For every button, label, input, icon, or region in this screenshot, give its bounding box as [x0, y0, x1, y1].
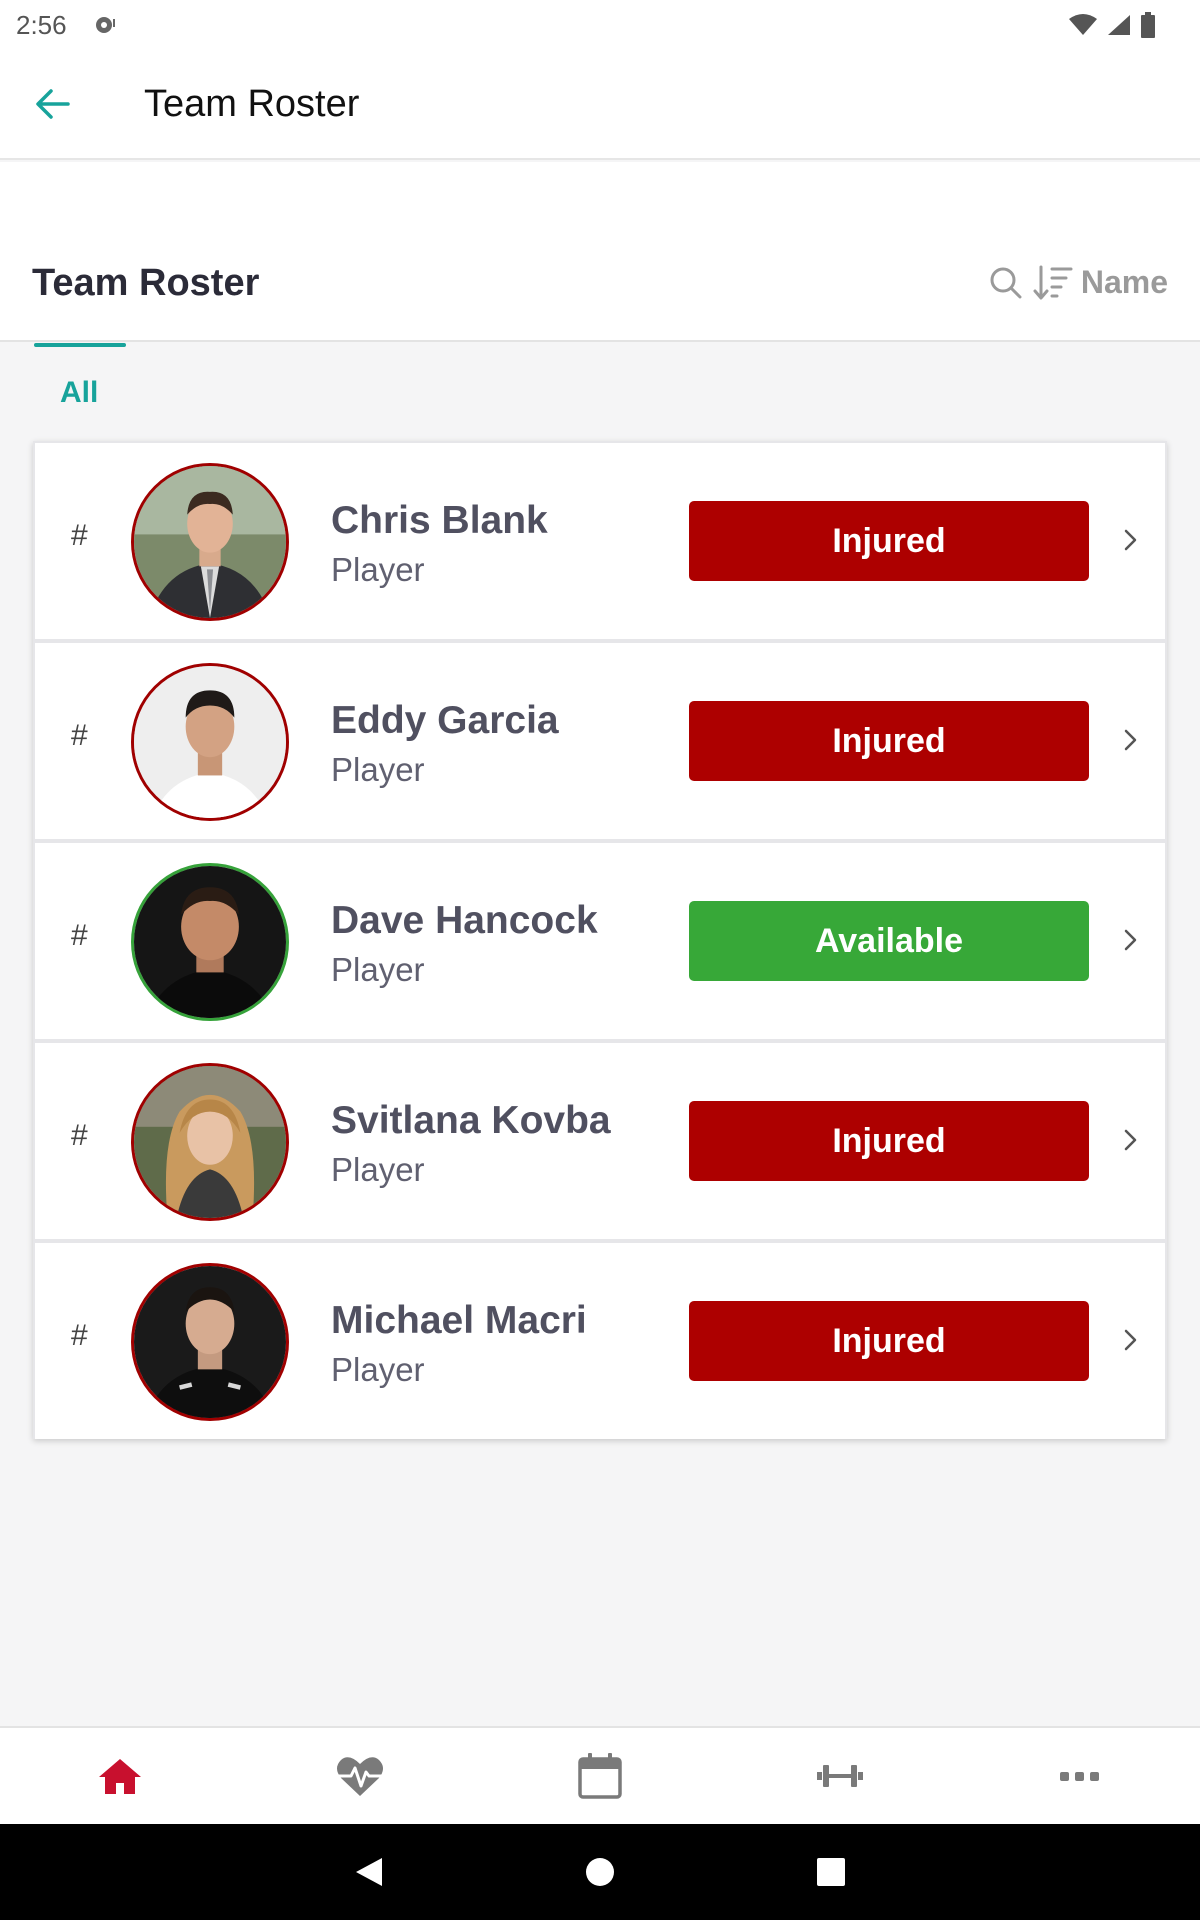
calendar-icon — [578, 1753, 622, 1799]
search-button[interactable] — [989, 266, 1023, 300]
player-role: Player — [331, 1151, 425, 1188]
player-photo — [134, 866, 286, 1018]
player-name: Eddy Garcia — [331, 699, 559, 742]
player-avatar — [131, 663, 289, 821]
player-avatar — [131, 1063, 289, 1221]
more-icon — [1060, 1772, 1099, 1781]
tab-indicator — [34, 343, 126, 347]
player-role: Player — [331, 1351, 425, 1388]
chevron-right-icon — [1124, 729, 1137, 751]
chevron-right-icon — [1124, 529, 1137, 551]
player-avatar — [131, 863, 289, 1021]
triangle-back-icon — [356, 1858, 382, 1886]
status-time: 2:56 — [16, 9, 67, 40]
sort-label: Name — [1080, 264, 1168, 300]
player-number: # — [71, 919, 88, 952]
nav-health[interactable] — [240, 1728, 480, 1824]
system-home-button[interactable] — [584, 1856, 616, 1888]
app-bar: Team Roster — [0, 50, 1200, 160]
chevron-right-icon — [1124, 929, 1137, 951]
player-number: # — [71, 1319, 88, 1352]
wifi-icon — [1069, 14, 1097, 35]
square-recents-icon — [817, 1858, 845, 1886]
roster-header: Team Roster Name — [0, 162, 1200, 342]
status-badge[interactable]: Injured — [689, 701, 1089, 781]
signal-icon — [1108, 15, 1130, 35]
player-avatar — [131, 1263, 289, 1421]
system-recents-button[interactable] — [816, 1857, 846, 1887]
page-title: Team Roster — [32, 262, 260, 304]
header-tools: Name — [989, 264, 1168, 301]
player-number: # — [71, 719, 88, 752]
back-button[interactable] — [0, 49, 104, 159]
roster-row[interactable]: # Dave Hancock Player Available — [35, 843, 1165, 1039]
roster-row[interactable]: # Michael Macri Player Injured — [35, 1243, 1165, 1439]
roster-row[interactable]: # Chris Blank Player Injured — [35, 443, 1165, 639]
tab-all[interactable]: All — [60, 376, 98, 410]
player-number: # — [71, 1119, 88, 1152]
chevron-right-icon — [1124, 1129, 1137, 1151]
status-badge[interactable]: Injured — [689, 501, 1089, 581]
arrow-left-icon — [36, 89, 70, 119]
player-photo — [134, 466, 286, 618]
sort-button[interactable]: Name — [1033, 264, 1168, 301]
roster-list: # Chris Blank Player Injured # Eddy Garc… — [33, 441, 1167, 1439]
notification-icon — [95, 17, 115, 33]
player-avatar — [131, 463, 289, 621]
battery-icon — [1141, 12, 1155, 38]
nav-calendar[interactable] — [480, 1728, 720, 1824]
nav-home[interactable] — [0, 1728, 240, 1824]
nav-workout[interactable] — [720, 1728, 960, 1824]
player-role: Player — [331, 751, 425, 788]
search-icon — [990, 267, 1022, 298]
roster-row[interactable]: # Eddy Garcia Player Injured — [35, 643, 1165, 839]
player-name: Chris Blank — [331, 499, 548, 542]
system-nav-bar — [0, 1824, 1200, 1920]
player-role: Player — [331, 951, 425, 988]
heartbeat-icon — [337, 1757, 383, 1796]
status-bar: 2:56 — [0, 0, 1200, 50]
circle-home-icon — [586, 1858, 614, 1886]
player-name: Michael Macri — [331, 1299, 587, 1342]
status-badge[interactable]: Injured — [689, 1301, 1089, 1381]
roster-row[interactable]: # Svitlana Kovba Player Injured — [35, 1043, 1165, 1239]
player-photo — [134, 666, 286, 818]
sort-icon — [1033, 265, 1073, 299]
player-number: # — [71, 519, 88, 552]
status-badge[interactable]: Injured — [689, 1101, 1089, 1181]
system-back-button[interactable] — [354, 1856, 384, 1888]
status-badge[interactable]: Available — [689, 901, 1089, 981]
player-name: Dave Hancock — [331, 899, 598, 942]
player-role: Player — [331, 551, 425, 588]
player-photo — [134, 1066, 286, 1218]
player-name: Svitlana Kovba — [331, 1099, 611, 1142]
status-icons — [1068, 12, 1156, 38]
dumbbell-icon — [817, 1765, 863, 1787]
nav-more[interactable] — [960, 1728, 1200, 1824]
player-photo — [134, 1266, 286, 1418]
bottom-nav — [0, 1726, 1200, 1824]
chevron-right-icon — [1124, 1329, 1137, 1351]
app-bar-title: Team Roster — [144, 82, 360, 125]
home-icon — [99, 1759, 141, 1794]
